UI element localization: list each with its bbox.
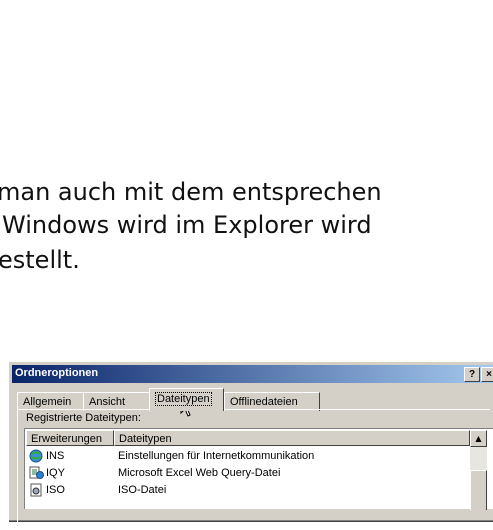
list-scrollbar[interactable]: ▲ bbox=[470, 430, 487, 510]
document-text-line-1: man auch mit dem entsprechen bbox=[0, 178, 382, 206]
dialog-titlebar[interactable]: Ordneroptionen ? × bbox=[12, 365, 493, 383]
scroll-up-button[interactable]: ▲ bbox=[470, 430, 487, 447]
column-header-extensions[interactable]: Erweiterungen bbox=[26, 430, 114, 446]
row-filetype: ISO-Datei bbox=[118, 484, 167, 496]
help-button[interactable]: ? bbox=[464, 367, 480, 382]
registered-filetypes-label: Registrierte Dateitypen: bbox=[26, 412, 141, 424]
tab-dateitypen-label: Dateitypen bbox=[155, 392, 212, 406]
disc-image-file-icon bbox=[30, 483, 42, 497]
row-filetype: Einstellungen für Internetkommunikation bbox=[118, 450, 315, 462]
row-extension: IQY bbox=[46, 467, 65, 479]
dialog-title: Ordneroptionen bbox=[15, 367, 99, 379]
excel-web-query-icon bbox=[29, 466, 44, 479]
document-text-line-2: Windows wird im Explorer wird bbox=[2, 211, 372, 239]
row-extension: INS bbox=[46, 450, 65, 462]
row-filetype: Microsoft Excel Web Query-Datei bbox=[118, 467, 281, 479]
list-item[interactable]: ISO ISO-Datei bbox=[26, 482, 469, 498]
row-extension: ISO bbox=[46, 484, 65, 496]
tab-dateitypen[interactable]: Dateitypen bbox=[149, 388, 224, 411]
column-header-filetypes[interactable]: Dateitypen bbox=[114, 430, 470, 446]
filetypes-list[interactable]: Erweiterungen Dateitypen INS Einstellung… bbox=[24, 428, 493, 510]
scroll-thumb[interactable] bbox=[470, 470, 487, 510]
list-item[interactable]: INS Einstellungen für Internetkommunikat… bbox=[26, 448, 469, 464]
globe-settings-icon bbox=[29, 449, 43, 463]
close-button[interactable]: × bbox=[481, 367, 493, 382]
document-text-line-3: estellt. bbox=[0, 246, 80, 274]
list-item[interactable]: IQY Microsoft Excel Web Query-Datei bbox=[26, 465, 469, 481]
